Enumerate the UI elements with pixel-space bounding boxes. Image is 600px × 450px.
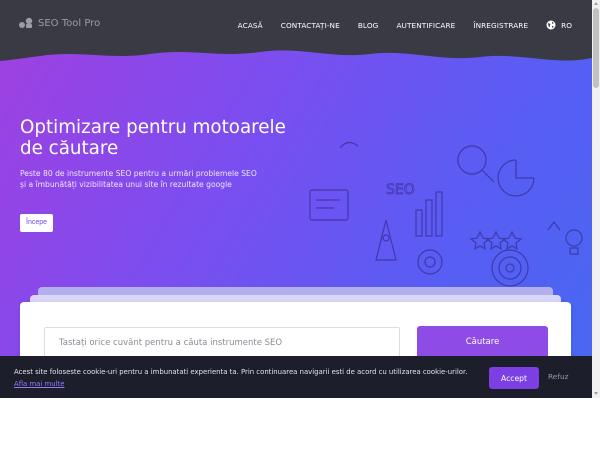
brand-logo[interactable]: SEO Tool Pro <box>18 17 100 29</box>
brand-name: SEO Tool Pro <box>38 17 101 29</box>
cookie-refuse-button[interactable]: Refuz <box>548 372 569 381</box>
hero-subtitle-line1: Peste 80 de instrumente SEO pentru a urm… <box>20 169 257 178</box>
main-nav: ACASĂ CONTACTAȚI-NE BLOG AUTENTIFICARE Î… <box>238 20 572 30</box>
page-viewport: SEO Optimizare pentru motoarele de căuta… <box>0 0 592 398</box>
search-button[interactable]: Căutare <box>417 326 548 358</box>
tools-logo-icon <box>19 17 33 28</box>
hero-title: Optimizare pentru motoarele de căutare <box>20 117 286 159</box>
scrollbar-thumb[interactable] <box>593 8 599 88</box>
nav-item-login[interactable]: AUTENTIFICARE <box>396 21 455 30</box>
nav-item-contact[interactable]: CONTACTAȚI-NE <box>281 21 340 30</box>
cookie-learn-more-link[interactable]: Afla mai multe <box>14 380 64 388</box>
language-selector[interactable]: RO <box>546 20 572 30</box>
svg-text:SEO: SEO <box>386 182 415 198</box>
scroll-down-arrow-icon[interactable] <box>594 392 598 395</box>
globe-icon <box>546 20 556 30</box>
hero-subtitle: Peste 80 de instrumente SEO pentru a urm… <box>20 168 310 190</box>
seo-illustration: SEO <box>309 141 583 287</box>
search-input[interactable] <box>44 327 400 358</box>
cookie-accept-button[interactable]: Accept <box>489 367 539 389</box>
nav-item-blog[interactable]: BLOG <box>358 21 379 30</box>
start-button[interactable]: Începe <box>20 214 54 232</box>
scroll-up-arrow-icon[interactable] <box>594 2 598 5</box>
cookie-text: Acest site foloseste cookie-uri pentru a… <box>14 368 468 376</box>
nav-item-register[interactable]: ÎNREGISTRARE <box>473 21 528 30</box>
hero-subtitle-line2: și a îmbunătăți vizibilitatea unui site … <box>20 180 232 189</box>
language-label: RO <box>561 20 572 30</box>
top-navbar: SEO Tool Pro ACASĂ CONTACTAȚI-NE BLOG AU… <box>0 0 592 50</box>
nav-item-home[interactable]: ACASĂ <box>238 21 263 30</box>
cookie-message: Acest site foloseste cookie-uri pentru a… <box>14 366 469 390</box>
